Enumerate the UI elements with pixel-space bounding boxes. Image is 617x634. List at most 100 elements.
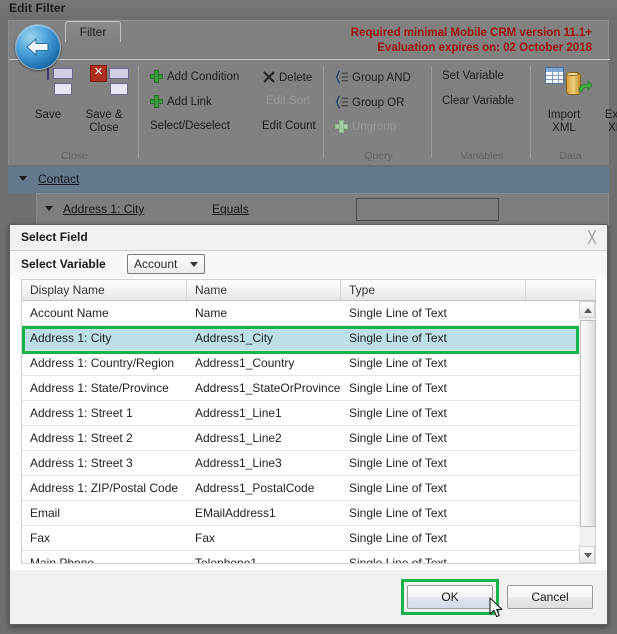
- condition-value-input[interactable]: [356, 198, 499, 221]
- dialog-body: Select Variable Account Display Name Nam…: [10, 251, 607, 571]
- cell-type: Single Line of Text: [349, 381, 447, 395]
- x-delete-icon: [262, 70, 276, 84]
- cell-display-name: Email: [30, 506, 61, 520]
- ribbon-group-close: Save ✕ Save & Close Close: [10, 60, 139, 165]
- collapse-triangle-icon[interactable]: [19, 176, 27, 181]
- table-row[interactable]: Address 1: State/Province Address1_StateO…: [22, 376, 593, 401]
- ok-button[interactable]: OK: [407, 585, 493, 609]
- import-xml-icon: [534, 67, 594, 109]
- collapse-triangle-icon[interactable]: [45, 206, 53, 211]
- cell-display-name: Address 1: City: [30, 331, 112, 345]
- window-title: Edit Filter: [0, 0, 617, 18]
- filter-condition-row[interactable]: Address 1: City Equals: [36, 193, 609, 225]
- fields-table-scrollbar[interactable]: [579, 301, 596, 564]
- export-xml-label-1: Expo: [604, 109, 617, 121]
- add-condition-button[interactable]: Add Condition: [150, 70, 239, 84]
- eval-line-1: Required minimal Mobile CRM version 11.1…: [350, 27, 592, 39]
- edit-count-button[interactable]: Edit Count: [262, 120, 316, 132]
- ribbon-tab-strip: Filter Required minimal Mobile CRM versi…: [9, 21, 610, 70]
- import-xml-label-2: XML: [552, 122, 576, 134]
- cell-name: Telephone1: [195, 556, 258, 564]
- delete-label: Delete: [279, 72, 313, 84]
- select-variable-label: Select Variable: [21, 257, 106, 271]
- back-arrow-icon[interactable]: [15, 24, 61, 70]
- cell-name: Address1_City: [195, 331, 274, 345]
- dialog-title-bar: Select Field ╳: [10, 225, 607, 251]
- set-variable-button[interactable]: Set Variable: [442, 70, 504, 82]
- table-row[interactable]: Account Name Name Single Line of Text: [22, 301, 593, 326]
- table-row[interactable]: Main Phone Telephone1 Single Line of Text: [22, 551, 593, 564]
- ungroup-button[interactable]: Ungroup: [335, 120, 396, 134]
- cancel-button[interactable]: Cancel: [507, 585, 593, 609]
- column-header-blank[interactable]: [526, 280, 595, 300]
- table-row[interactable]: Address 1: Country/Region Address1_Countr…: [22, 351, 593, 376]
- export-xml-button[interactable]: Expo XMl: [588, 67, 617, 135]
- column-header-type[interactable]: Type: [341, 280, 526, 300]
- cell-name: Name: [195, 306, 228, 320]
- cell-type: Single Line of Text: [349, 481, 447, 495]
- table-row[interactable]: Address 1: Street 1 Address1_Line1 Single …: [22, 401, 593, 426]
- condition-operator-label[interactable]: Equals: [212, 202, 249, 216]
- save-button[interactable]: Save: [18, 66, 78, 122]
- scroll-up-icon[interactable]: [579, 301, 595, 318]
- save-close-label-1: Save &: [85, 109, 123, 121]
- cell-name: EMailAddress1: [195, 506, 276, 520]
- group-bracket-icon: [335, 70, 349, 84]
- filter-entity-row[interactable]: Contact: [8, 167, 609, 193]
- cell-name: Address1_StateOrProvince: [195, 381, 341, 395]
- group-or-button[interactable]: Group OR: [335, 95, 404, 109]
- ribbon: Filter Required minimal Mobile CRM versi…: [8, 20, 617, 165]
- select-variable-dropdown[interactable]: Account: [127, 254, 205, 274]
- cell-name: Address1_Line3: [195, 456, 282, 470]
- green-plus-icon: [150, 70, 164, 84]
- cell-type: Single Line of Text: [349, 456, 447, 470]
- table-row[interactable]: Email EMailAddress1 Single Line of Text: [22, 501, 593, 526]
- cell-display-name: Address 1: Street 3: [30, 456, 133, 470]
- green-plus-icon: [150, 95, 164, 109]
- table-row[interactable]: Address 1: ZIP/Postal Code Address1_Posta…: [22, 476, 593, 501]
- delete-button[interactable]: Delete: [262, 70, 312, 84]
- add-link-button[interactable]: Add Link: [150, 95, 212, 109]
- table-row[interactable]: Address 1: Street 2 Address1_Line2 Single …: [22, 426, 593, 451]
- scroll-down-icon[interactable]: [579, 546, 595, 563]
- table-row[interactable]: Address 1: Street 3 Address1_Line3 Single …: [22, 451, 593, 476]
- cell-type: Single Line of Text: [349, 306, 447, 320]
- cell-type: Single Line of Text: [349, 431, 447, 445]
- cell-type: Single Line of Text: [349, 331, 447, 345]
- tab-filter[interactable]: Filter: [65, 21, 121, 42]
- filter-tree: Contact Address 1: City Equals: [8, 167, 609, 229]
- save-and-close-button[interactable]: ✕ Save & Close: [74, 65, 134, 135]
- floppy-disk-icon: [18, 66, 78, 109]
- close-icon[interactable]: ╳: [585, 230, 599, 244]
- import-xml-button[interactable]: Import XML: [534, 67, 594, 135]
- filter-entity-label[interactable]: Contact: [38, 172, 79, 186]
- chevron-down-icon: [190, 262, 198, 267]
- dialog-title: Select Field: [21, 230, 88, 244]
- back-arrow-glyph: [26, 37, 49, 57]
- fields-table: Display Name Name Type Account Name Name S…: [21, 279, 596, 565]
- add-link-label: Add Link: [167, 96, 212, 108]
- edit-sort-button[interactable]: Edit Sort: [266, 95, 310, 107]
- column-header-name[interactable]: Name: [187, 280, 341, 300]
- ribbon-group-variables: Set Variable Clear Variable Variables: [433, 60, 531, 165]
- group-and-button[interactable]: Group AND: [335, 70, 411, 84]
- group-label-data: Data: [559, 150, 582, 162]
- add-condition-label: Add Condition: [167, 71, 240, 83]
- ribbon-group-query: Group AND Group OR Ungroup Query: [325, 60, 432, 165]
- table-row[interactable]: Fax Fax Single Line of Text: [22, 526, 593, 551]
- import-xml-label-1: Import: [547, 109, 581, 121]
- ungroup-label: Ungroup: [352, 121, 397, 133]
- scrollbar-thumb[interactable]: [580, 320, 596, 527]
- select-variable-row: Select Variable Account: [10, 251, 607, 278]
- fields-table-body[interactable]: Account Name Name Single Line of Text Addre…: [21, 301, 594, 564]
- table-row[interactable]: Address 1: City Address1_City Single Line …: [22, 326, 593, 354]
- cell-display-name: Address 1: ZIP/Postal Code: [30, 481, 179, 495]
- column-header-display-name[interactable]: Display Name: [22, 280, 187, 300]
- select-deselect-button[interactable]: Select/Deselect: [150, 120, 230, 132]
- cell-name: Address1_Line1: [195, 406, 282, 420]
- condition-field-label[interactable]: Address 1: City: [63, 202, 144, 216]
- group-and-label: Group AND: [352, 72, 411, 84]
- clear-variable-button[interactable]: Clear Variable: [442, 95, 514, 107]
- cell-display-name: Address 1: Street 1: [30, 406, 133, 420]
- group-divider: [530, 66, 531, 158]
